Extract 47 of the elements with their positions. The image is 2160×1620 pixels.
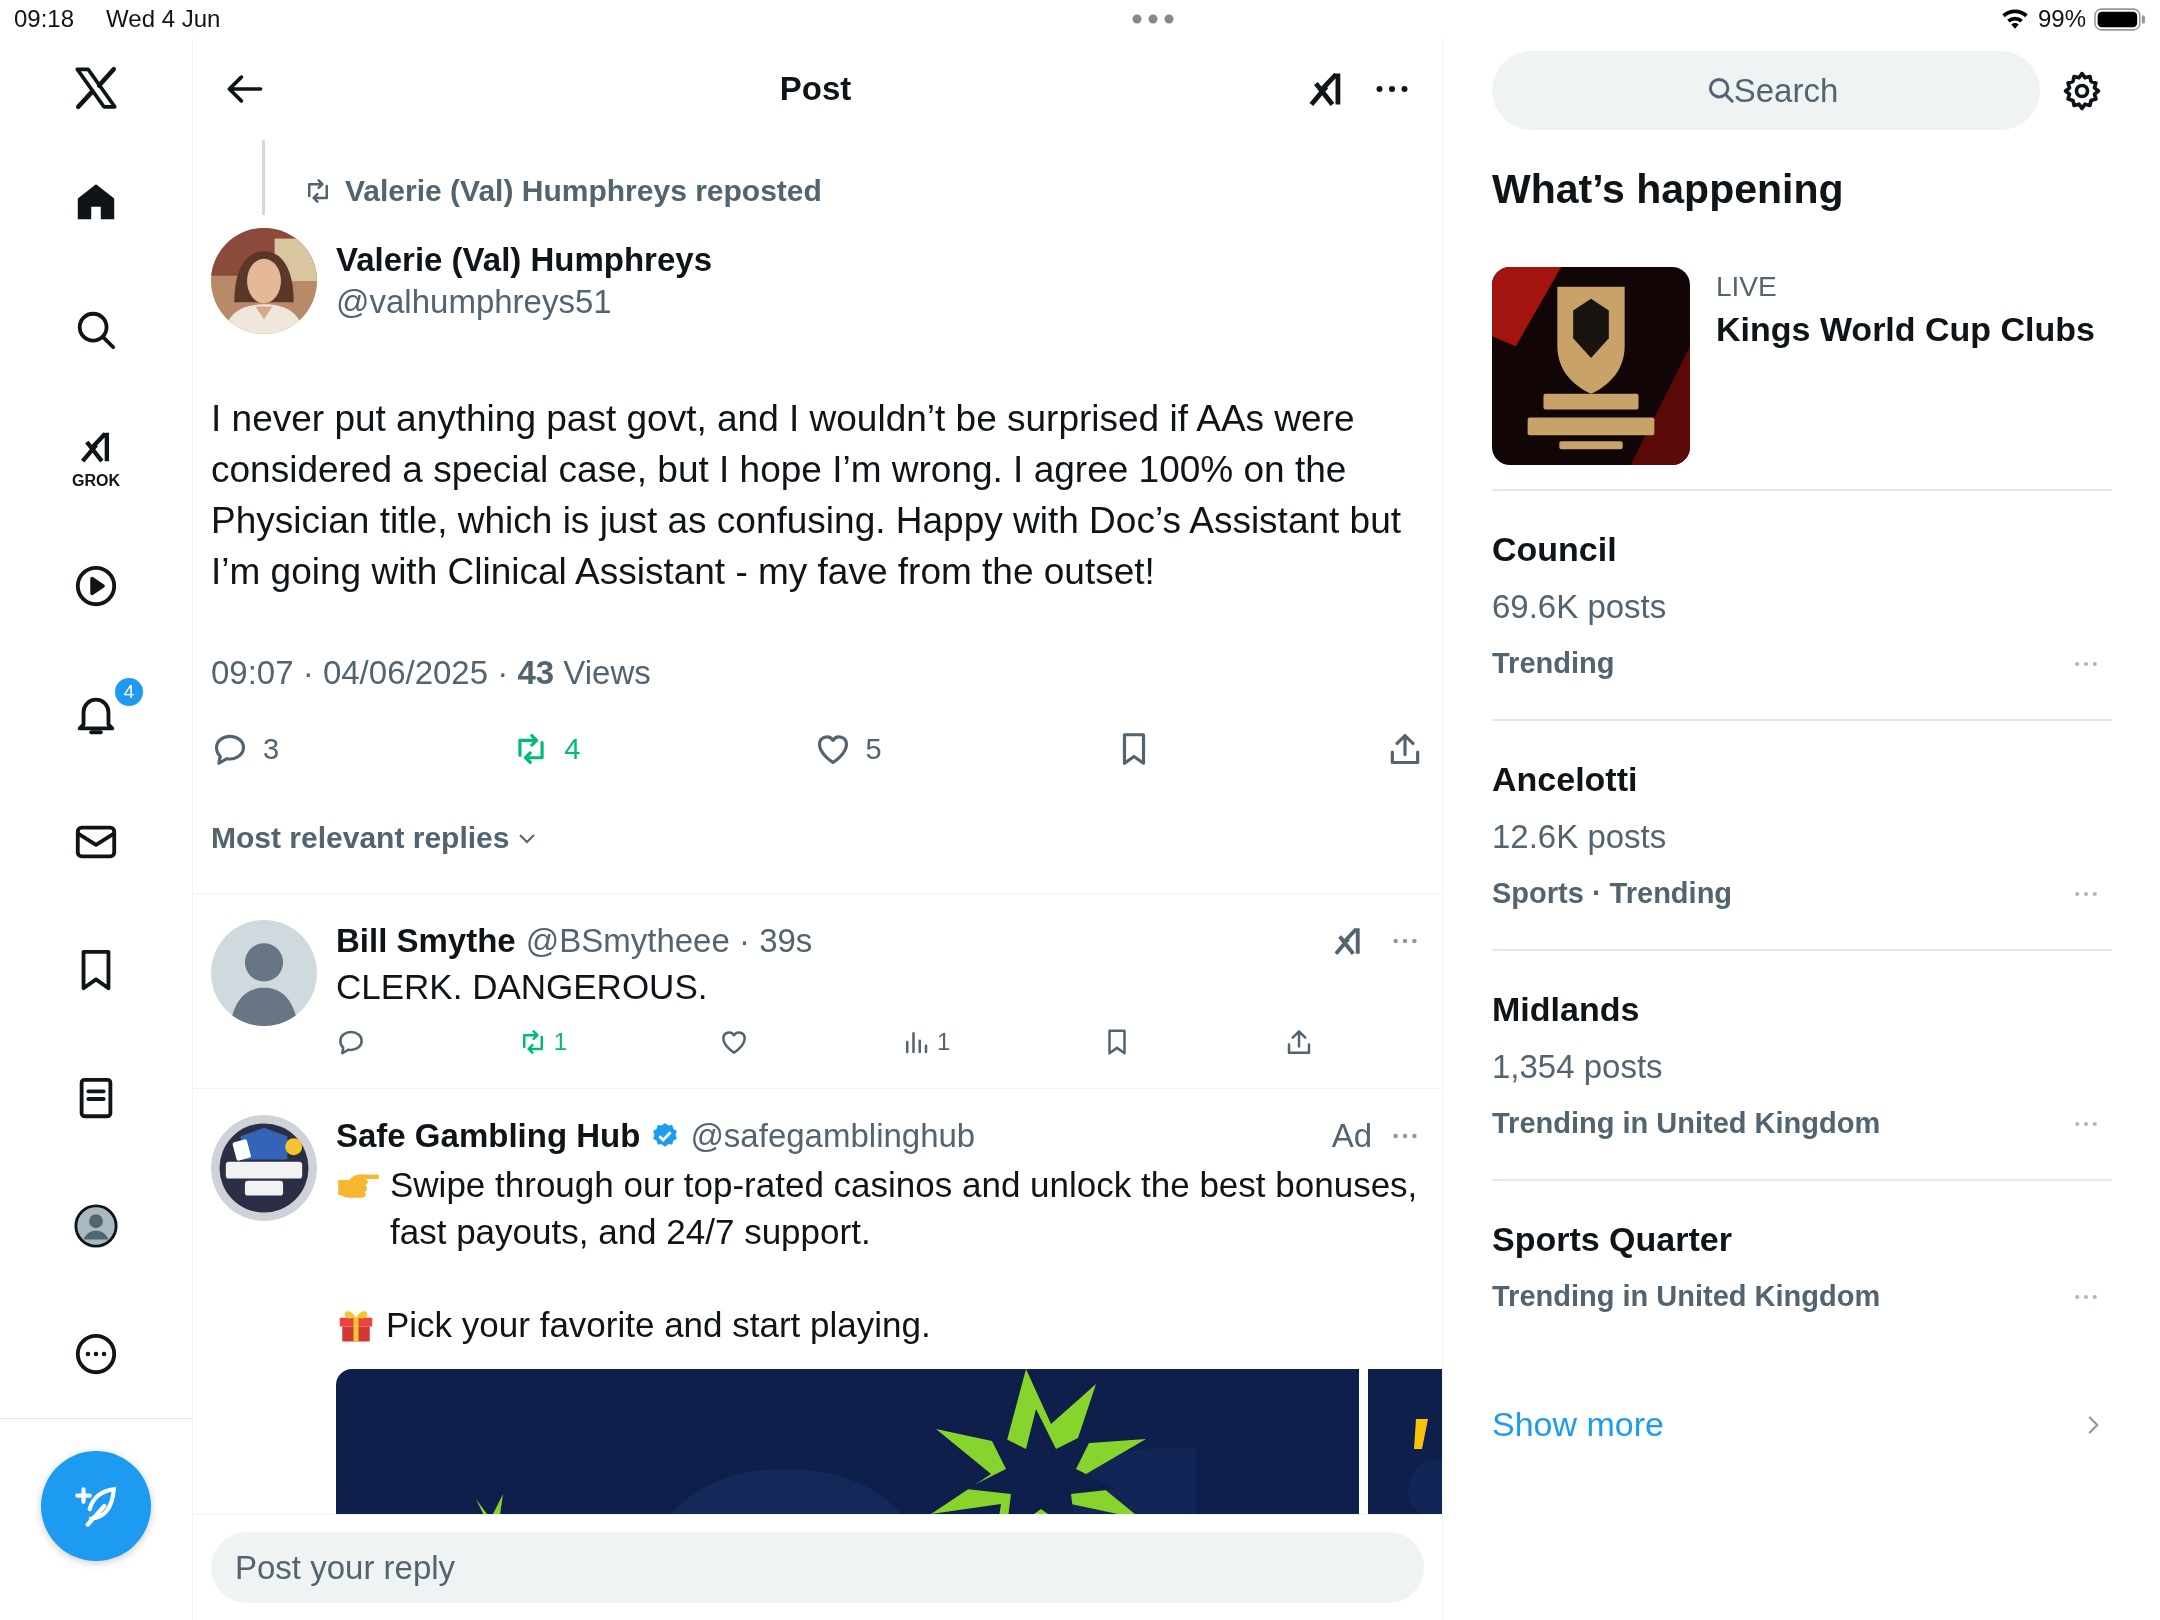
battery-percent: 99% bbox=[2037, 4, 2086, 34]
live-label: LIVE bbox=[1716, 270, 1778, 304]
battery-icon bbox=[2094, 7, 2146, 31]
reply-button[interactable]: 3 bbox=[211, 727, 280, 771]
trend-post-count: 1,354 posts bbox=[1492, 1047, 1664, 1087]
reply-author-name: Bill Smythe bbox=[336, 921, 516, 961]
advertiser-handle: @safegamblinghub bbox=[690, 1116, 976, 1156]
play-icon[interactable] bbox=[73, 563, 119, 609]
multitasking-dots-icon bbox=[1132, 14, 1175, 24]
sort-dropdown[interactable]: Most relevant replies bbox=[211, 816, 540, 860]
like-button[interactable]: 5 bbox=[813, 727, 882, 771]
live-event-title: Kings World Cup Clubs bbox=[1716, 309, 2095, 350]
trend-post-count: 12.6K posts bbox=[1492, 817, 1668, 857]
compose-button[interactable] bbox=[41, 1451, 151, 1561]
status-date: Wed 4 Jun bbox=[106, 4, 221, 34]
more-icon[interactable] bbox=[73, 1331, 119, 1377]
trend-category: Trending in United Kingdom bbox=[1492, 1106, 1881, 1141]
post-text: I never put anything past govt, and I wouldn’t be surprised if AAs were considered a special case, but I hope I’m wrong. I agree 100% on the Physician title, which is just as confusing. Happy with Doc’s Assistant but I’m going with Clinical Assistant - my fave from the outset! bbox=[211, 397, 1403, 594]
trend-post-count: 69.6K posts bbox=[1492, 587, 1668, 627]
trend-category: Trending in United Kingdom bbox=[1492, 1279, 1881, 1314]
author-handle: @valhumphreys51 bbox=[336, 282, 613, 322]
reply-input[interactable]: Post your reply bbox=[211, 1532, 1424, 1603]
trend-category: Trending bbox=[1492, 646, 1615, 681]
notification-badge: 4 bbox=[113, 676, 145, 708]
ad-text: Pick your favorite and start playing. bbox=[386, 1304, 931, 1346]
section-heading: What’s happening bbox=[1492, 165, 1845, 214]
wifi-icon bbox=[1999, 8, 2030, 30]
reply-byline: @BSmytheee · 39s bbox=[525, 921, 813, 961]
post-meta: 09:07 · 04/06/2025 · 43 Views bbox=[211, 653, 652, 693]
profile-icon[interactable] bbox=[73, 1203, 119, 1249]
trend-title[interactable]: Midlands bbox=[1492, 981, 2112, 1038]
page-title: Post bbox=[778, 69, 852, 110]
grok-button[interactable]: GROK bbox=[72, 427, 120, 489]
reply-text: CLERK. DANGEROUS. bbox=[336, 966, 709, 1008]
trend-title[interactable]: Sports Quarter bbox=[1492, 1211, 2112, 1268]
search-icon bbox=[1706, 75, 1736, 105]
repost-label: Valerie (Val) Humphreys reposted bbox=[345, 173, 822, 209]
ad-text: Swipe through our top-rated casinos and unlock the best bonuses, fast payouts, and 24/7 support. bbox=[390, 1164, 1419, 1253]
status-time: 09:18 bbox=[14, 4, 75, 34]
search-field[interactable]: Search bbox=[1492, 51, 2040, 130]
views-button[interactable]: 1 bbox=[900, 1020, 951, 1064]
trend-category: Sports · Trending bbox=[1492, 876, 1733, 911]
advertiser-name: Safe Gambling Hub bbox=[336, 1116, 641, 1156]
trend-title[interactable]: Council bbox=[1492, 521, 2112, 578]
author-name: Valerie (Val) Humphreys bbox=[336, 240, 712, 280]
trend-title[interactable]: Ancelotti bbox=[1492, 751, 2112, 808]
ad-label: Ad bbox=[1331, 1116, 1372, 1156]
